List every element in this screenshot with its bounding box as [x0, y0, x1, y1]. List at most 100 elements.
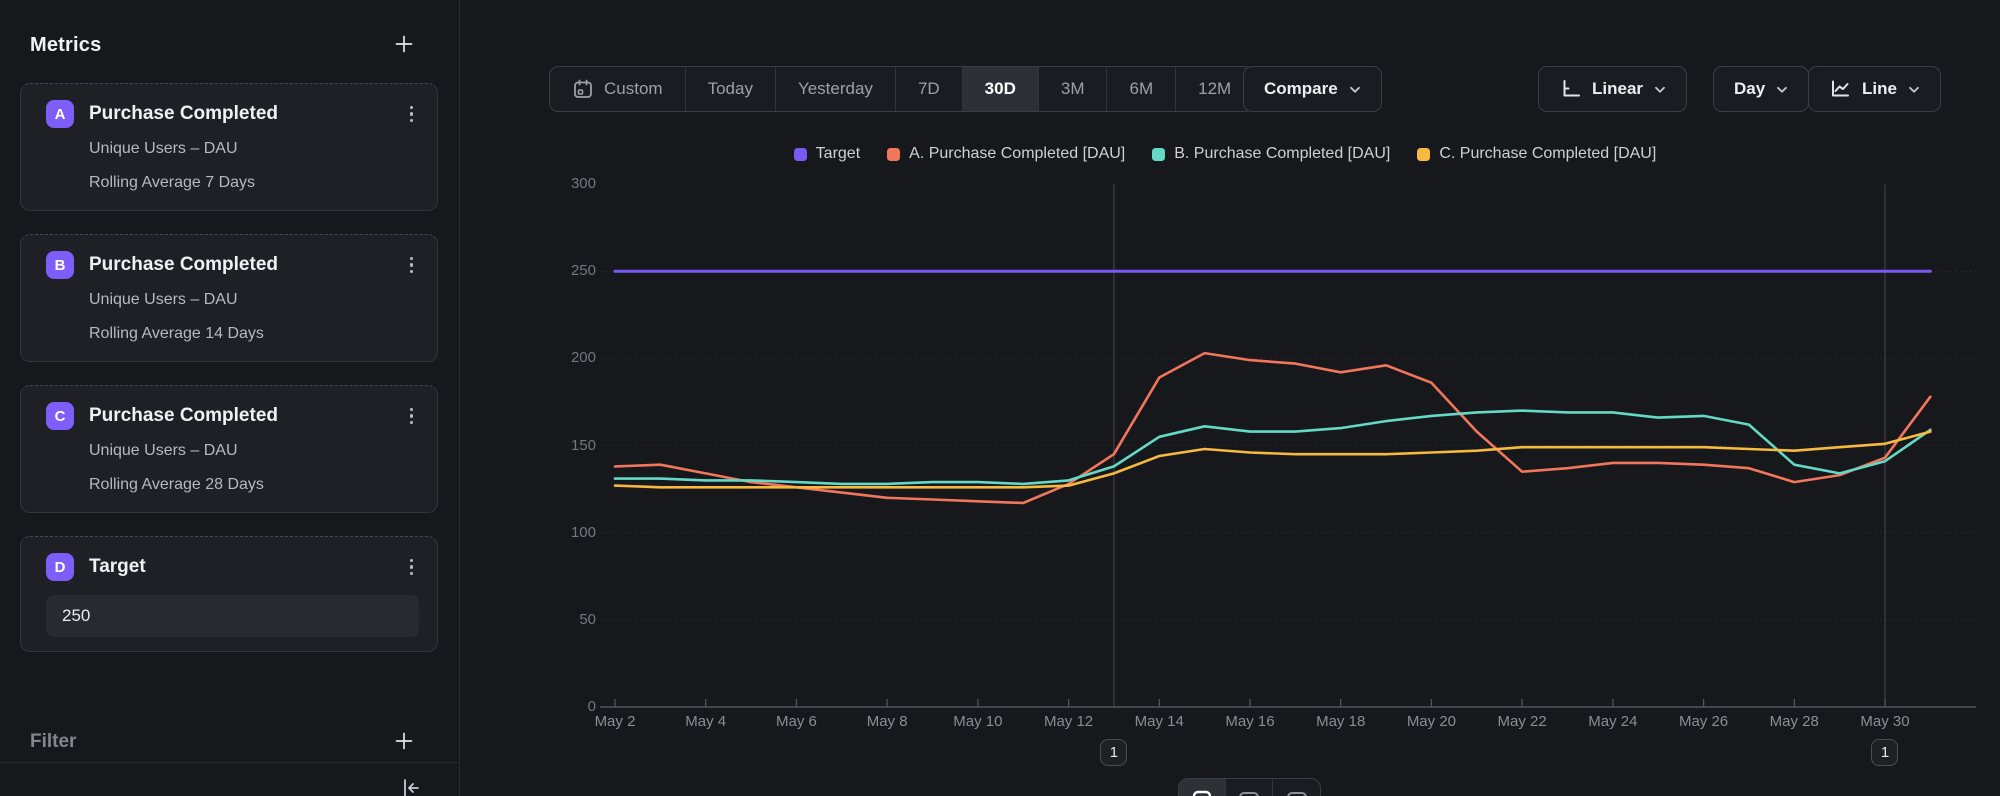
- y-axis-tick-label: 100: [460, 524, 596, 541]
- range-tab-label: 30D: [985, 79, 1016, 99]
- sidebar-divider: [0, 762, 459, 763]
- chevron-down-icon: [1908, 79, 1920, 99]
- metric-card-d[interactable]: DTarget: [20, 536, 438, 652]
- kebab-dot: [410, 263, 414, 267]
- metric-badge: B: [46, 251, 74, 279]
- metric-menu-button[interactable]: [404, 102, 420, 127]
- range-tab-label: 6M: [1129, 79, 1153, 99]
- metric-menu-button[interactable]: [404, 253, 420, 278]
- add-metric-button[interactable]: [389, 30, 419, 60]
- panel-medium-icon: [1238, 789, 1260, 796]
- range-tab-label: 7D: [918, 79, 940, 99]
- range-tab-7d[interactable]: 7D: [896, 67, 963, 111]
- chart-canvas[interactable]: [460, 130, 2000, 796]
- metric-card-list: APurchase Completed Unique Users – DAU Rol…: [20, 83, 438, 675]
- metric-rolling-label: Rolling Average 14 Days: [89, 325, 419, 347]
- metric-rolling-label: Rolling Average 7 Days: [89, 174, 419, 196]
- metrics-header: Metrics: [30, 30, 419, 60]
- panel-size-toolbar: [1178, 778, 1321, 796]
- metrics-title: Metrics: [30, 34, 101, 57]
- range-tab-12m[interactable]: 12M: [1176, 67, 1253, 111]
- range-tab-label: Custom: [604, 79, 663, 99]
- x-axis-tick-label: May 12: [1024, 713, 1114, 730]
- metric-card-c[interactable]: CPurchase Completed Unique Users – DAU Rol…: [20, 385, 438, 513]
- target-value-input[interactable]: [46, 595, 419, 637]
- axes-icon: [1559, 78, 1581, 100]
- compare-button[interactable]: Compare: [1243, 66, 1382, 112]
- kebab-dot: [410, 414, 414, 418]
- metric-title: Purchase Completed: [89, 405, 404, 427]
- x-axis-tick-label: May 14: [1114, 713, 1204, 730]
- metric-measure-label: Unique Users – DAU: [89, 140, 419, 162]
- kebab-dot: [410, 408, 414, 412]
- metric-card-b[interactable]: BPurchase CompletedUnique Users – DAURol…: [20, 234, 438, 362]
- x-axis-tick-label: May 20: [1386, 713, 1476, 730]
- kebab-dot: [410, 421, 414, 425]
- metric-card-header: DTarget: [46, 553, 419, 581]
- metric-title: Purchase Completed: [89, 254, 404, 276]
- metric-card-header: APurchase Completed: [46, 100, 419, 128]
- calendar-icon: [572, 78, 594, 100]
- kebab-dot: [410, 257, 414, 261]
- metric-badge: D: [46, 553, 74, 581]
- range-tab-custom[interactable]: Custom: [550, 67, 686, 111]
- y-axis-tick-label: 300: [460, 175, 596, 192]
- compare-label: Compare: [1264, 79, 1338, 99]
- add-filter-button[interactable]: [389, 727, 419, 757]
- x-axis-tick-label: May 28: [1749, 713, 1839, 730]
- panel-large-icon-button[interactable]: [1273, 779, 1320, 796]
- kebab-dot: [410, 119, 414, 123]
- metric-card-a[interactable]: APurchase Completed Unique Users – DAU Rol…: [20, 83, 438, 211]
- range-tab-today[interactable]: Today: [686, 67, 776, 111]
- x-axis-tick-label: May 16: [1205, 713, 1295, 730]
- range-tab-label: Today: [708, 79, 753, 99]
- y-axis-tick-label: 150: [460, 437, 596, 454]
- metric-menu-button[interactable]: [404, 555, 420, 580]
- interval-select-button[interactable]: Day: [1713, 66, 1809, 112]
- chart-type-button[interactable]: Line: [1808, 66, 1941, 112]
- range-tab-6m[interactable]: 6M: [1107, 67, 1176, 111]
- collapse-sidebar-button[interactable]: [396, 774, 426, 796]
- kebab-dot: [410, 270, 414, 274]
- range-tab-label: 12M: [1198, 79, 1231, 99]
- chevron-down-icon: [1654, 79, 1666, 99]
- filter-section: Filter: [30, 727, 419, 757]
- range-tab-30d[interactable]: 30D: [963, 67, 1039, 111]
- x-axis-tick-label: May 10: [933, 713, 1023, 730]
- date-range-tabs: Custom Today Yesterday 7D 30D 3M 6M 12M: [549, 66, 1254, 112]
- range-tab-yesterday[interactable]: Yesterday: [776, 67, 896, 111]
- panel-size-medium-button[interactable]: [1226, 779, 1273, 796]
- x-axis-tick-label: May 18: [1296, 713, 1386, 730]
- scale-label: Linear: [1592, 79, 1643, 99]
- range-tab-label: 3M: [1061, 79, 1085, 99]
- kebab-dot: [410, 572, 414, 576]
- plus-icon: [394, 731, 414, 754]
- chevron-down-icon: [1776, 79, 1788, 99]
- scale-select-button[interactable]: Linear: [1538, 66, 1687, 112]
- metric-menu-button[interactable]: [404, 404, 420, 429]
- x-axis-tick-label: May 2: [570, 713, 660, 730]
- chart-type-label: Line: [1862, 79, 1897, 99]
- metric-card-header: B Purchase Completed: [46, 251, 419, 279]
- annotation-badge[interactable]: 1: [1100, 739, 1127, 766]
- metric-card-header: CPurchase Completed: [46, 402, 419, 430]
- analytics-dashboard: Metrics APurchase Completed Unique Users …: [0, 0, 2000, 796]
- metric-rolling-label: Rolling Average 28 Days: [89, 476, 419, 498]
- metric-title: Purchase Completed: [89, 103, 404, 125]
- metric-measure-label: Unique Users – DAU: [89, 442, 419, 464]
- kebab-dot: [410, 106, 414, 110]
- chevron-down-icon: [1349, 79, 1361, 99]
- panel-large-icon: [1286, 789, 1308, 796]
- x-axis-tick-label: May 24: [1568, 713, 1658, 730]
- interval-label: Day: [1734, 79, 1765, 99]
- range-tab-3m[interactable]: 3M: [1039, 67, 1108, 111]
- kebab-dot: [410, 565, 414, 569]
- y-axis-tick-label: 50: [460, 611, 596, 628]
- x-axis-tick-label: May 8: [842, 713, 932, 730]
- annotation-badge[interactable]: 1: [1871, 739, 1898, 766]
- plus-icon: [394, 34, 414, 57]
- panel-size-small-button[interactable]: [1179, 779, 1226, 796]
- kebab-dot: [410, 559, 414, 563]
- x-axis-tick-label: May 22: [1477, 713, 1567, 730]
- x-axis-tick-label: May 30: [1840, 713, 1930, 730]
